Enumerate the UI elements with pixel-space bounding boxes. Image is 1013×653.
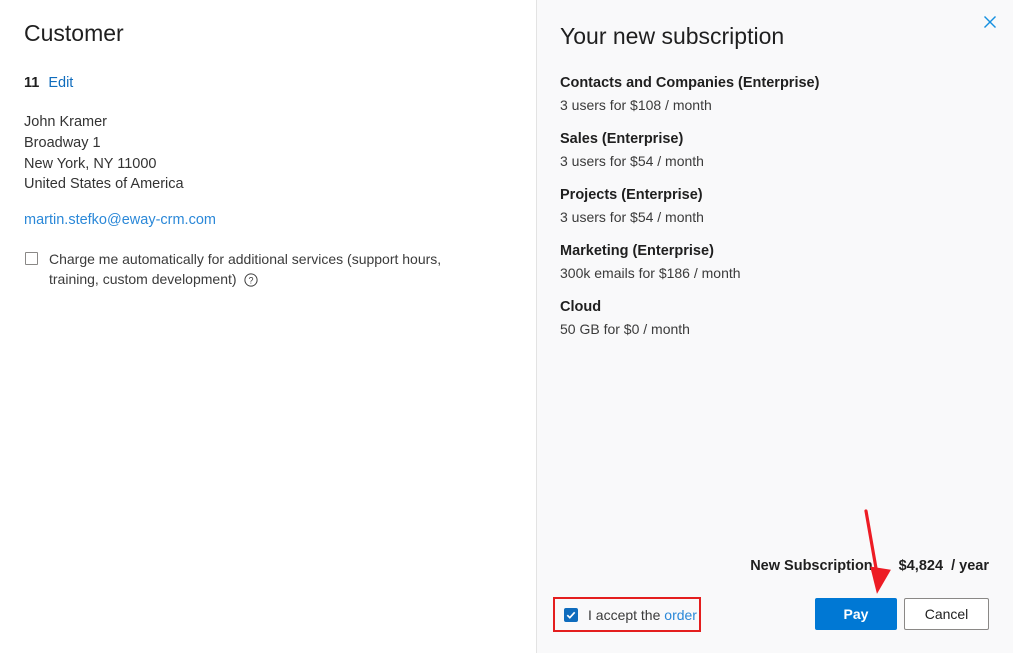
subscription-item-name: Cloud [560,299,602,315]
customer-id-row: 11 Edit [24,74,73,92]
subscription-item-detail: 3 users for $108 / month [560,97,712,113]
list-item: Sales (Enterprise) 3 users for $54 / mon… [560,129,980,171]
subscription-item-list: Contacts and Companies (Enterprise) 3 us… [560,73,980,339]
close-icon[interactable] [978,10,1002,34]
total-amount: $4,824 [898,558,944,574]
total-amount-group: $4,824 / year [899,558,989,574]
charge-automatically-label: Charge me automatically for additional s… [49,249,494,292]
customer-panel: Customer 11 Edit John Kramer Broadway 1 N… [0,0,536,653]
address-line: Broadway 1 [24,134,101,151]
customer-address: John Kramer Broadway 1 New York, NY 1100… [24,112,184,195]
subscription-item-detail: 300k emails for $186 / month [560,265,741,281]
customer-email-link[interactable]: martin.stefko@eway-crm.com [24,212,216,228]
pay-button[interactable]: Pay [815,598,897,630]
list-item: Cloud 50 GB for $0 / month [560,297,980,339]
total-label: New Subscription [750,558,873,574]
accept-order-checkbox[interactable] [564,607,578,622]
total-row: New Subscription $4,824 / year [750,558,989,574]
address-line: John Kramer [24,114,108,130]
list-item: Projects (Enterprise) 3 users for $54 / … [560,185,980,227]
charge-automatically-row: Charge me automatically for additional s… [25,249,505,292]
subscription-item-name: Marketing (Enterprise) [560,243,714,259]
subscription-item-name: Projects (Enterprise) [560,187,703,203]
subscription-item-name: Contacts and Companies (Enterprise) [560,75,820,91]
page-title: Customer [24,20,124,46]
subscription-item-name: Sales (Enterprise) [560,131,684,147]
accept-order-label: I accept the order [588,607,697,623]
total-period: / year [951,558,989,574]
list-item: Marketing (Enterprise) 300k emails for $… [560,241,980,283]
subscription-checkout-screen: Customer 11 Edit John Kramer Broadway 1 N… [0,0,1013,653]
subscription-item-detail: 3 users for $54 / month [560,209,704,225]
charge-automatically-checkbox[interactable] [25,252,38,265]
address-line: New York, NY 11000 [24,155,157,172]
subscription-item-detail: 3 users for $54 / month [560,153,704,169]
subscription-title: Your new subscription [560,23,785,49]
list-item: Contacts and Companies (Enterprise) 3 us… [560,73,980,115]
address-line: United States of America [24,176,184,193]
customer-id: 11 [24,75,40,91]
svg-text:?: ? [248,275,253,285]
subscription-panel: Your new subscription Contacts and Compa… [537,0,1013,653]
accept-order-text: I accept the [588,606,661,623]
order-link[interactable]: order [664,607,697,623]
accept-order-highlight: I accept the order [553,597,701,632]
edit-customer-link[interactable]: Edit [48,75,73,91]
cancel-button[interactable]: Cancel [904,598,989,630]
subscription-item-detail: 50 GB for $0 / month [560,321,690,337]
question-circle-icon[interactable]: ? [243,272,258,292]
